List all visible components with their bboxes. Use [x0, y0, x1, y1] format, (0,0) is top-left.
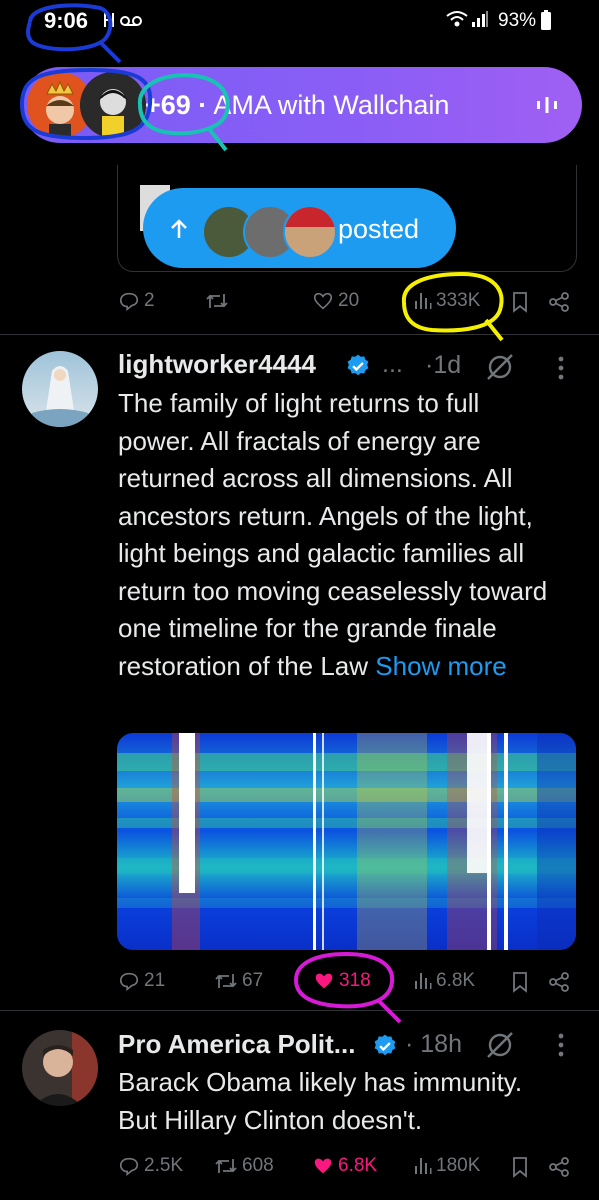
views-button[interactable]: 333K	[414, 290, 480, 312]
retweet-icon	[215, 1159, 237, 1173]
views-button[interactable]: 6.8K	[414, 970, 475, 992]
bookmark-icon[interactable]	[511, 1156, 529, 1183]
author-handle: ...	[382, 350, 403, 378]
share-icon[interactable]	[548, 291, 570, 318]
share-icon[interactable]	[548, 1156, 570, 1183]
like-button[interactable]: 20	[312, 290, 359, 312]
audio-wave-icon[interactable]	[536, 95, 558, 120]
arrow-up-icon	[170, 218, 188, 245]
post-time: ·1d	[425, 351, 462, 379]
bookmark-icon[interactable]	[511, 291, 529, 318]
views-icon	[415, 1158, 432, 1174]
tweet-text: Barack Obama likely has immunity. But Hi…	[118, 1067, 523, 1135]
retweet-count: 608	[242, 1155, 274, 1176]
heart-icon	[313, 292, 333, 310]
battery-icon	[540, 10, 552, 35]
grok-icon[interactable]	[484, 1029, 516, 1066]
heart-filled-icon	[315, 973, 333, 989]
spaces-title: AMA with Wallchain	[213, 90, 450, 120]
author-avatar[interactable]	[22, 1030, 98, 1106]
verified-badge-icon	[372, 1033, 398, 1064]
verified-badge-icon	[345, 353, 371, 384]
sync-icon	[102, 11, 116, 34]
post-time: · 18h	[405, 1030, 462, 1058]
battery-percent: 93%	[498, 10, 537, 31]
voicemail-icon	[120, 14, 142, 32]
reply-count: 2	[144, 290, 155, 311]
more-options-icon[interactable]	[554, 1031, 568, 1064]
like-count: 318	[339, 970, 371, 991]
reply-icon	[119, 1157, 139, 1176]
like-count: 20	[338, 290, 360, 311]
heart-filled-icon	[314, 1158, 332, 1174]
retweet-button[interactable]: 608	[214, 1155, 274, 1177]
author-name[interactable]: Pro America Polit...	[118, 1029, 355, 1060]
retweet-button[interactable]	[205, 290, 233, 312]
more-options-icon[interactable]	[554, 354, 568, 387]
tweet-text: The family of light returns to full powe…	[118, 385, 558, 685]
views-icon	[415, 973, 432, 989]
posted-label: posted	[338, 214, 420, 244]
views-count: 333K	[436, 290, 481, 311]
retweet-icon	[215, 974, 237, 988]
retweet-button[interactable]: 67	[214, 970, 263, 992]
views-button[interactable]: 180K	[414, 1155, 480, 1177]
wifi-icon	[446, 10, 468, 33]
reply-icon	[119, 292, 139, 311]
speaker-avatar[interactable]	[80, 72, 146, 138]
signal-icon	[471, 10, 489, 33]
reply-button[interactable]: 21	[118, 970, 165, 992]
divider	[0, 334, 599, 335]
tweet-media-image[interactable]	[117, 733, 576, 950]
retweet-count: 67	[242, 970, 264, 991]
author-name[interactable]: lightworker4444	[118, 349, 316, 380]
retweet-icon	[206, 294, 228, 308]
like-button[interactable]: 6.8K	[312, 1155, 377, 1177]
views-icon	[415, 293, 432, 309]
spaces-listener-count: +69 ·	[145, 90, 208, 120]
reply-count: 2.5K	[144, 1155, 184, 1176]
author-avatar[interactable]	[22, 351, 98, 427]
spaces-text: +69 · AMA with Wallchain	[145, 90, 449, 121]
share-icon[interactable]	[548, 971, 570, 998]
views-count: 180K	[436, 1155, 481, 1176]
reply-count: 21	[144, 970, 166, 991]
show-more-link[interactable]: Show more	[375, 651, 507, 681]
status-time: 9:06	[44, 8, 89, 33]
like-count: 6.8K	[338, 1155, 378, 1176]
reply-button[interactable]: 2.5K	[118, 1155, 183, 1177]
like-button[interactable]: 318	[313, 970, 371, 992]
grok-icon[interactable]	[484, 351, 516, 388]
reply-button[interactable]: 2	[118, 290, 155, 312]
views-count: 6.8K	[436, 970, 476, 991]
bookmark-icon[interactable]	[511, 971, 529, 998]
tweet-text-content: The family of light returns to full powe…	[118, 388, 548, 681]
posted-avatar-3	[283, 205, 337, 259]
reply-icon	[119, 972, 139, 991]
divider	[0, 1010, 599, 1011]
